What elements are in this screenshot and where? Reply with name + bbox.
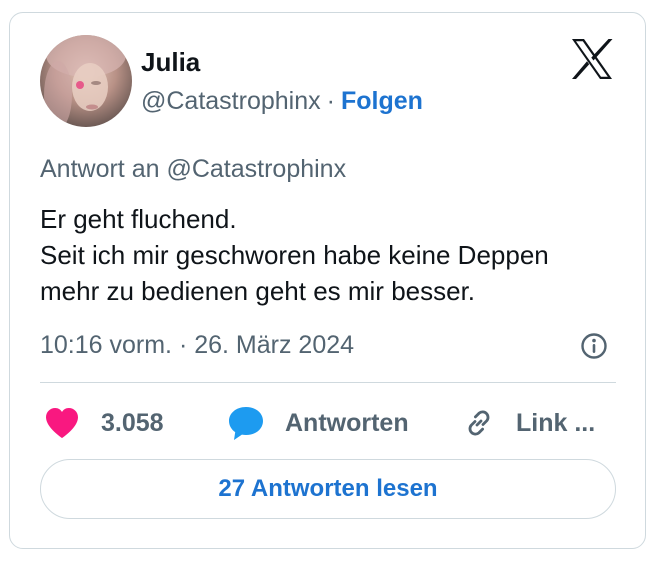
tweet-card: Julia @Catastrophinx · Folgen Antwort an @… <box>9 12 646 549</box>
like-button[interactable]: 3.058 <box>44 401 164 445</box>
author-handle[interactable]: @Catastrophinx <box>141 87 321 115</box>
link-icon <box>462 406 496 440</box>
copy-link-label: Link ... <box>516 408 596 437</box>
divider <box>40 382 616 383</box>
tweet-text-line: mehr zu bedienen geht es mir besser. <box>40 276 476 306</box>
avatar[interactable] <box>40 35 132 127</box>
reply-button[interactable]: Antworten <box>227 401 409 445</box>
author-handle-row: @Catastrophinx · Folgen <box>141 87 423 116</box>
like-count: 3.058 <box>101 408 164 437</box>
speech-bubble-icon <box>227 405 265 441</box>
reply-label: Antworten <box>285 408 409 437</box>
tweet-timestamp[interactable]: 10:16 vorm. · 26. März 2024 <box>40 331 354 360</box>
author-name[interactable]: Julia <box>141 47 200 78</box>
x-logo-icon[interactable] <box>571 39 613 79</box>
reply-to-label[interactable]: Antwort an @Catastrophinx <box>40 155 346 184</box>
info-icon[interactable] <box>580 332 608 360</box>
read-replies-button[interactable]: 27 Antworten lesen <box>40 459 616 519</box>
heart-icon <box>44 407 80 439</box>
tweet-text-line: Er geht fluchend. <box>40 204 237 234</box>
tweet-text-line: Seit ich mir geschworen habe keine Deppe… <box>40 240 549 270</box>
tweet-text: Er geht fluchend. Seit ich mir geschwore… <box>40 201 620 309</box>
copy-link-button[interactable]: Link ... <box>462 401 595 445</box>
follow-button[interactable]: Folgen <box>341 87 423 115</box>
separator-dot: · <box>326 87 335 115</box>
